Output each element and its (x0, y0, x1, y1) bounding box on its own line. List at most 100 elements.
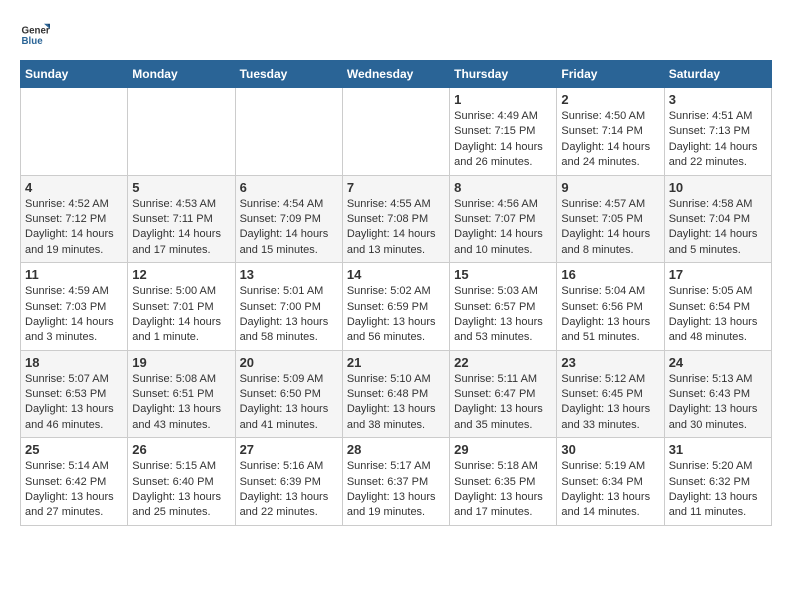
day-number: 26 (132, 442, 230, 457)
day-info: Sunrise: 5:07 AM Sunset: 6:53 PM Dayligh… (25, 372, 123, 434)
day-number: 16 (561, 267, 659, 282)
day-info: Sunrise: 5:16 AM Sunset: 6:39 PM Dayligh… (240, 459, 338, 521)
day-info: Sunrise: 5:13 AM Sunset: 6:43 PM Dayligh… (669, 372, 767, 434)
calendar-week-row: 18Sunrise: 5:07 AM Sunset: 6:53 PM Dayli… (21, 350, 772, 438)
day-number: 20 (240, 355, 338, 370)
day-info: Sunrise: 4:56 AM Sunset: 7:07 PM Dayligh… (454, 197, 552, 259)
day-number: 24 (669, 355, 767, 370)
day-number: 6 (240, 180, 338, 195)
day-number: 30 (561, 442, 659, 457)
day-info: Sunrise: 5:08 AM Sunset: 6:51 PM Dayligh… (132, 372, 230, 434)
calendar-cell: 23 Sunrise: 5:12 AM Sunset: 6:45 PM Dayli… (557, 350, 664, 438)
day-number: 21 (347, 355, 445, 370)
calendar-cell: 10 Sunrise: 4:58 AM Sunset: 7:04 PM Dayli… (664, 175, 771, 263)
calendar-cell: 21 Sunrise: 5:10 AM Sunset: 6:48 PM Dayli… (342, 350, 449, 438)
day-info: Sunrise: 5:09 AM Sunset: 6:50 PM Dayligh… (240, 372, 338, 434)
day-info: Sunrise: 5:19 AM Sunset: 6:34 PM Dayligh… (561, 459, 659, 521)
calendar-cell: 22 Sunrise: 5:11 AM Sunset: 6:47 PM Dayli… (450, 350, 557, 438)
calendar-cell: 17 Sunrise: 5:05 AM Sunset: 6:54 PM Dayli… (664, 263, 771, 351)
weekday-header-friday: Friday (557, 61, 664, 88)
weekday-header-saturday: Saturday (664, 61, 771, 88)
day-number: 12 (132, 267, 230, 282)
day-number: 1 (454, 92, 552, 107)
calendar-cell: 6 Sunrise: 4:54 AM Sunset: 7:09 PM Daylig… (235, 175, 342, 263)
logo-icon: General Blue (20, 20, 50, 50)
day-number: 27 (240, 442, 338, 457)
weekday-header-thursday: Thursday (450, 61, 557, 88)
calendar-cell: 2Sunrise: 4:50 AM Sunset: 7:14 PM Daylig… (557, 88, 664, 176)
calendar-cell: 27 Sunrise: 5:16 AM Sunset: 6:39 PM Dayli… (235, 438, 342, 526)
day-info: Sunrise: 5:01 AM Sunset: 7:00 PM Dayligh… (240, 284, 338, 346)
calendar-cell: 1 Sunrise: 4:49 AM Sunset: 7:15 PM Daylig… (450, 88, 557, 176)
day-number: 8 (454, 180, 552, 195)
day-number: 22 (454, 355, 552, 370)
day-info: Sunrise: 5:11 AM Sunset: 6:47 PM Dayligh… (454, 372, 552, 434)
calendar-week-row: 4 Sunrise: 4:52 AM Sunset: 7:12 PM Daylig… (21, 175, 772, 263)
day-number: 14 (347, 267, 445, 282)
calendar-cell: 5Sunrise: 4:53 AM Sunset: 7:11 PM Daylig… (128, 175, 235, 263)
day-number: 5 (132, 180, 230, 195)
calendar-cell: 11 Sunrise: 4:59 AM Sunset: 7:03 PM Dayli… (21, 263, 128, 351)
calendar-cell: 3Sunrise: 4:51 AM Sunset: 7:13 PM Daylig… (664, 88, 771, 176)
calendar-cell: 30 Sunrise: 5:19 AM Sunset: 6:34 PM Dayli… (557, 438, 664, 526)
day-info: Sunrise: 5:12 AM Sunset: 6:45 PM Dayligh… (561, 372, 659, 434)
day-info: Sunrise: 4:58 AM Sunset: 7:04 PM Dayligh… (669, 197, 767, 259)
calendar-cell: 12Sunrise: 5:00 AM Sunset: 7:01 PM Dayli… (128, 263, 235, 351)
day-number: 29 (454, 442, 552, 457)
day-number: 3 (669, 92, 767, 107)
calendar-week-row: 1 Sunrise: 4:49 AM Sunset: 7:15 PM Daylig… (21, 88, 772, 176)
day-info: Sunrise: 4:49 AM Sunset: 7:15 PM Dayligh… (454, 109, 552, 171)
weekday-header-monday: Monday (128, 61, 235, 88)
calendar-cell: 31Sunrise: 5:20 AM Sunset: 6:32 PM Dayli… (664, 438, 771, 526)
day-number: 11 (25, 267, 123, 282)
day-number: 10 (669, 180, 767, 195)
day-info: Sunrise: 5:10 AM Sunset: 6:48 PM Dayligh… (347, 372, 445, 434)
calendar-cell: 24 Sunrise: 5:13 AM Sunset: 6:43 PM Dayli… (664, 350, 771, 438)
day-info: Sunrise: 5:18 AM Sunset: 6:35 PM Dayligh… (454, 459, 552, 521)
day-number: 19 (132, 355, 230, 370)
calendar-week-row: 25 Sunrise: 5:14 AM Sunset: 6:42 PM Dayli… (21, 438, 772, 526)
day-info: Sunrise: 4:52 AM Sunset: 7:12 PM Dayligh… (25, 197, 123, 259)
day-info: Sunrise: 5:14 AM Sunset: 6:42 PM Dayligh… (25, 459, 123, 521)
day-info: Sunrise: 5:04 AM Sunset: 6:56 PM Dayligh… (561, 284, 659, 346)
calendar-cell: 7Sunrise: 4:55 AM Sunset: 7:08 PM Daylig… (342, 175, 449, 263)
day-number: 4 (25, 180, 123, 195)
day-info: Sunrise: 4:57 AM Sunset: 7:05 PM Dayligh… (561, 197, 659, 259)
day-number: 23 (561, 355, 659, 370)
calendar-cell: 25 Sunrise: 5:14 AM Sunset: 6:42 PM Dayli… (21, 438, 128, 526)
calendar-cell: 4 Sunrise: 4:52 AM Sunset: 7:12 PM Daylig… (21, 175, 128, 263)
day-number: 7 (347, 180, 445, 195)
calendar-cell: 20 Sunrise: 5:09 AM Sunset: 6:50 PM Dayli… (235, 350, 342, 438)
calendar-cell: 14 Sunrise: 5:02 AM Sunset: 6:59 PM Dayli… (342, 263, 449, 351)
day-number: 13 (240, 267, 338, 282)
calendar-cell: 15 Sunrise: 5:03 AM Sunset: 6:57 PM Dayli… (450, 263, 557, 351)
day-number: 15 (454, 267, 552, 282)
weekday-header-tuesday: Tuesday (235, 61, 342, 88)
day-info: Sunrise: 5:15 AM Sunset: 6:40 PM Dayligh… (132, 459, 230, 521)
day-number: 17 (669, 267, 767, 282)
day-info: Sunrise: 5:05 AM Sunset: 6:54 PM Dayligh… (669, 284, 767, 346)
calendar-cell: 16 Sunrise: 5:04 AM Sunset: 6:56 PM Dayli… (557, 263, 664, 351)
day-info: Sunrise: 5:02 AM Sunset: 6:59 PM Dayligh… (347, 284, 445, 346)
day-number: 25 (25, 442, 123, 457)
svg-text:Blue: Blue (22, 36, 44, 47)
weekday-header-row: SundayMondayTuesdayWednesdayThursdayFrid… (21, 61, 772, 88)
day-info: Sunrise: 4:54 AM Sunset: 7:09 PM Dayligh… (240, 197, 338, 259)
calendar-cell: 19 Sunrise: 5:08 AM Sunset: 6:51 PM Dayli… (128, 350, 235, 438)
calendar-table: SundayMondayTuesdayWednesdayThursdayFrid… (20, 60, 772, 526)
weekday-header-wednesday: Wednesday (342, 61, 449, 88)
day-number: 28 (347, 442, 445, 457)
day-info: Sunrise: 4:50 AM Sunset: 7:14 PM Dayligh… (561, 109, 659, 171)
day-info: Sunrise: 5:03 AM Sunset: 6:57 PM Dayligh… (454, 284, 552, 346)
day-number: 9 (561, 180, 659, 195)
day-number: 31 (669, 442, 767, 457)
day-info: Sunrise: 4:59 AM Sunset: 7:03 PM Dayligh… (25, 284, 123, 346)
calendar-cell: 13 Sunrise: 5:01 AM Sunset: 7:00 PM Dayli… (235, 263, 342, 351)
calendar-cell: 29 Sunrise: 5:18 AM Sunset: 6:35 PM Dayli… (450, 438, 557, 526)
calendar-cell: 8 Sunrise: 4:56 AM Sunset: 7:07 PM Daylig… (450, 175, 557, 263)
svg-text:General: General (22, 26, 51, 37)
calendar-cell: 26 Sunrise: 5:15 AM Sunset: 6:40 PM Dayli… (128, 438, 235, 526)
calendar-cell (342, 88, 449, 176)
logo: General Blue (20, 20, 50, 50)
calendar-cell: 28Sunrise: 5:17 AM Sunset: 6:37 PM Dayli… (342, 438, 449, 526)
